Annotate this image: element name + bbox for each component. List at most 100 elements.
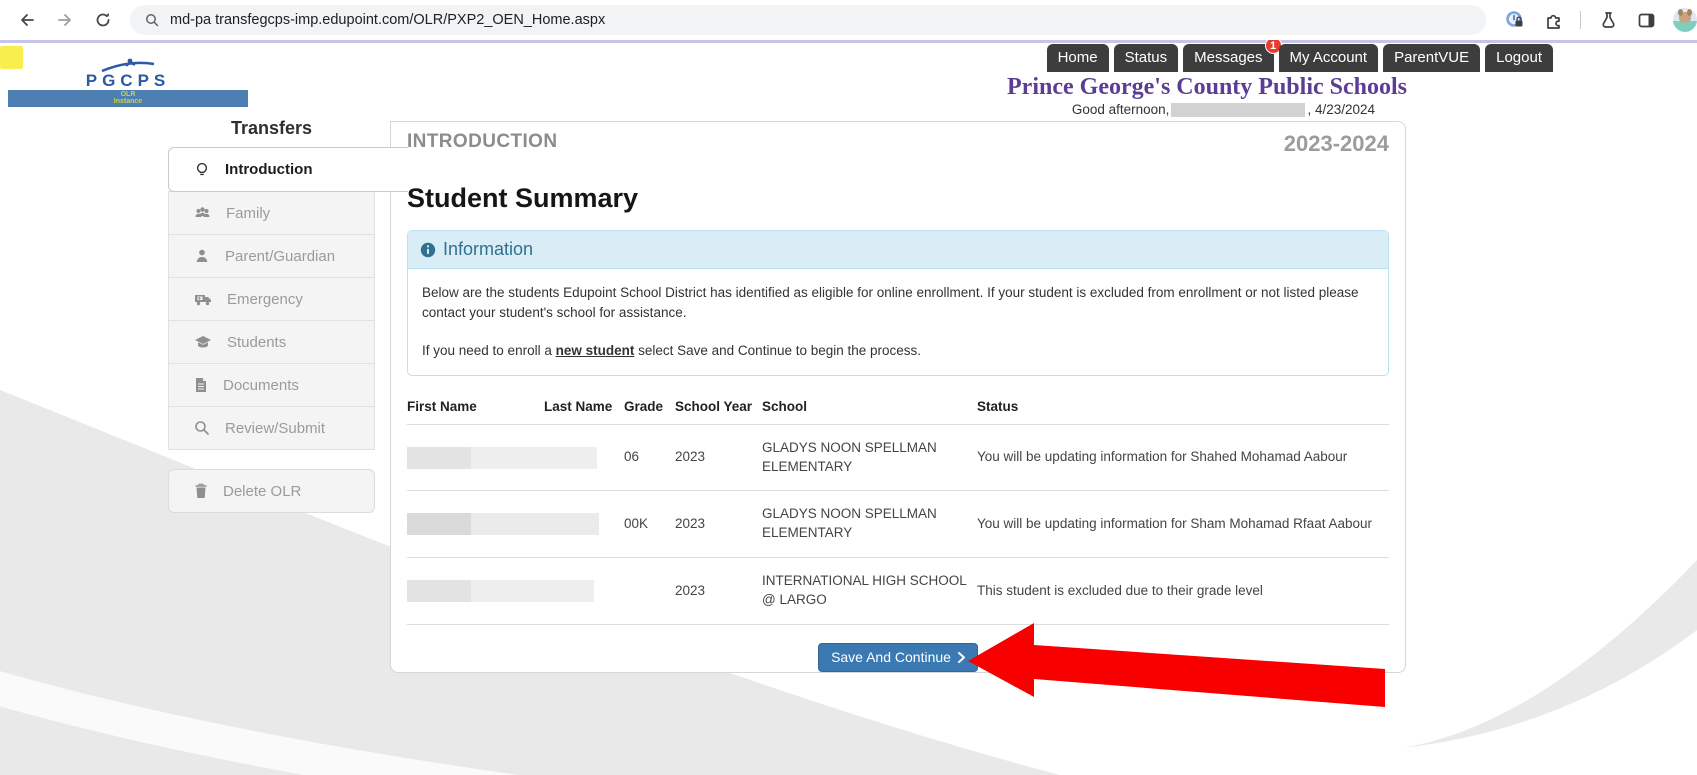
redacted-student-name xyxy=(407,513,599,535)
url-text: md-pa transfegcps-imp.edupoint.com/OLR/P… xyxy=(170,12,605,28)
information-title: Information xyxy=(443,239,533,260)
sidebar-item-label: Family xyxy=(226,205,270,222)
save-button-label: Save And Continue xyxy=(831,649,951,665)
top-navigation: Home Status Messages 1 My Account Parent… xyxy=(1047,44,1553,72)
table-row: 00K 2023 GLADYS NOON SPELLMAN ELEMENTARY… xyxy=(407,491,1389,558)
sidebar-title: Transfers xyxy=(168,118,375,139)
forward-icon[interactable] xyxy=(50,5,80,35)
sidebar-item-label: Introduction xyxy=(225,161,312,178)
col-header-school: School xyxy=(762,395,977,425)
info-paragraph-2: If you need to enroll a new student sele… xyxy=(422,341,1374,361)
avatar-dog-icon xyxy=(1679,12,1691,23)
sidebar-item-family[interactable]: Family xyxy=(168,191,375,235)
family-icon xyxy=(194,205,211,221)
search-icon xyxy=(144,12,160,28)
back-icon[interactable] xyxy=(12,5,42,35)
browser-toolbar: md-pa transfegcps-imp.edupoint.com/OLR/P… xyxy=(0,0,1697,40)
password-check-icon[interactable] xyxy=(1500,5,1530,35)
cell-school-year: 2023 xyxy=(675,424,762,491)
cell-grade: 00K xyxy=(624,491,675,558)
school-year-label: 2023-2024 xyxy=(1284,131,1389,157)
cell-school: INTERNATIONAL HIGH SCHOOL @ LARGO xyxy=(762,558,977,625)
redacted-student-name xyxy=(407,580,594,602)
sidebar-item-label: Review/Submit xyxy=(225,420,325,437)
sidebar-item-label: Parent/Guardian xyxy=(225,248,335,265)
nav-my-account-button[interactable]: My Account xyxy=(1279,44,1379,72)
cell-status: This student is excluded due to their gr… xyxy=(977,558,1389,625)
section-title: INTRODUCTION xyxy=(407,131,557,153)
col-header-last-name: Last Name xyxy=(544,395,624,425)
table-row: 06 2023 GLADYS NOON SPELLMAN ELEMENTARY … xyxy=(407,424,1389,491)
logo-banner: OLR Instance xyxy=(8,90,248,107)
student-summary-table: First Name Last Name Grade School Year S… xyxy=(407,395,1389,625)
graduation-cap-icon xyxy=(194,334,212,350)
toolbar-divider xyxy=(1580,11,1581,29)
sidebar-item-delete-olr[interactable]: Delete OLR xyxy=(168,469,375,513)
sidebar-item-introduction[interactable]: Introduction xyxy=(168,147,408,192)
sidebar-item-emergency[interactable]: Emergency xyxy=(168,277,375,321)
cell-grade xyxy=(624,558,675,625)
nav-home-button[interactable]: Home xyxy=(1047,44,1109,72)
greeting-text: Good afternoon, , 4/23/2024 xyxy=(1072,102,1375,117)
district-title: Prince George's County Public Schools xyxy=(1007,74,1407,101)
new-student-emphasis: new student xyxy=(556,343,635,358)
information-panel: Information Below are the students Edupo… xyxy=(407,230,1389,376)
main-content-panel: INTRODUCTION 2023-2024 Student Summary I… xyxy=(390,121,1406,673)
cell-school: GLADYS NOON SPELLMAN ELEMENTARY xyxy=(762,491,977,558)
nav-parentvue-button[interactable]: ParentVUE xyxy=(1383,44,1480,72)
logo-banner-line1: OLR xyxy=(8,91,248,98)
col-header-status: Status xyxy=(977,395,1389,425)
sidebar-item-label: Delete OLR xyxy=(223,483,301,500)
side-panel-icon[interactable] xyxy=(1631,5,1661,35)
top-accent-line xyxy=(0,40,1697,43)
page-root: Home Status Messages 1 My Account Parent… xyxy=(0,40,1697,775)
nav-logout-button[interactable]: Logout xyxy=(1485,44,1553,72)
extensions-icon[interactable] xyxy=(1538,5,1568,35)
greeting-date: , 4/23/2024 xyxy=(1307,102,1375,117)
logo-banner-line2: Instance xyxy=(8,98,248,105)
greeting-prefix: Good afternoon, xyxy=(1072,102,1170,117)
cell-school-year: 2023 xyxy=(675,491,762,558)
sidebar-item-students[interactable]: Students xyxy=(168,320,375,364)
col-header-grade: Grade xyxy=(624,395,675,425)
redacted-student-name xyxy=(407,447,597,469)
logo-text: PGCPS xyxy=(8,73,248,88)
info-p2-pre: If you need to enroll a xyxy=(422,343,556,358)
col-header-first-name: First Name xyxy=(407,395,544,425)
sidebar-item-documents[interactable]: Documents xyxy=(168,363,375,407)
col-header-school-year: School Year xyxy=(675,395,762,425)
pgcps-figure-icon xyxy=(100,58,156,73)
yellow-annotation-marker xyxy=(0,46,23,69)
sidebar-item-review-submit[interactable]: Review/Submit xyxy=(168,406,375,450)
cell-school-year: 2023 xyxy=(675,558,762,625)
sidebar-item-label: Students xyxy=(227,334,286,351)
save-and-continue-button[interactable]: Save And Continue xyxy=(818,643,978,672)
address-bar[interactable]: md-pa transfegcps-imp.edupoint.com/OLR/P… xyxy=(130,5,1486,35)
cell-status: You will be updating information for Sha… xyxy=(977,491,1389,558)
sidebar-item-parent-guardian[interactable]: Parent/Guardian xyxy=(168,234,375,278)
info-p2-post: select Save and Continue to begin the pr… xyxy=(634,343,921,358)
nav-messages-button[interactable]: Messages 1 xyxy=(1183,44,1273,72)
cell-status: You will be updating information for Sha… xyxy=(977,424,1389,491)
chevron-right-icon xyxy=(958,652,965,663)
table-row: 2023 INTERNATIONAL HIGH SCHOOL @ LARGO T… xyxy=(407,558,1389,625)
ambulance-icon xyxy=(194,291,212,307)
flask-icon[interactable] xyxy=(1593,5,1623,35)
nav-status-button[interactable]: Status xyxy=(1114,44,1179,72)
lightbulb-icon xyxy=(194,162,210,178)
nav-messages-label: Messages xyxy=(1194,49,1262,66)
redacted-user-name xyxy=(1171,103,1305,117)
sidebar-item-label: Documents xyxy=(223,377,299,394)
info-paragraph-1: Below are the students Edupoint School D… xyxy=(422,283,1374,322)
profile-avatar[interactable] xyxy=(1673,8,1697,32)
reload-icon[interactable] xyxy=(88,5,118,35)
pgcps-logo[interactable]: PGCPS OLR Instance xyxy=(8,58,248,107)
info-icon xyxy=(420,242,436,258)
person-icon xyxy=(194,248,210,264)
page-title: Student Summary xyxy=(407,183,1389,214)
document-icon xyxy=(194,377,208,393)
sidebar-item-label: Emergency xyxy=(227,291,303,308)
trash-icon xyxy=(194,483,208,499)
cell-school: GLADYS NOON SPELLMAN ELEMENTARY xyxy=(762,424,977,491)
sidebar-menu: Introduction Family Parent/Guardian Emer… xyxy=(168,148,375,513)
